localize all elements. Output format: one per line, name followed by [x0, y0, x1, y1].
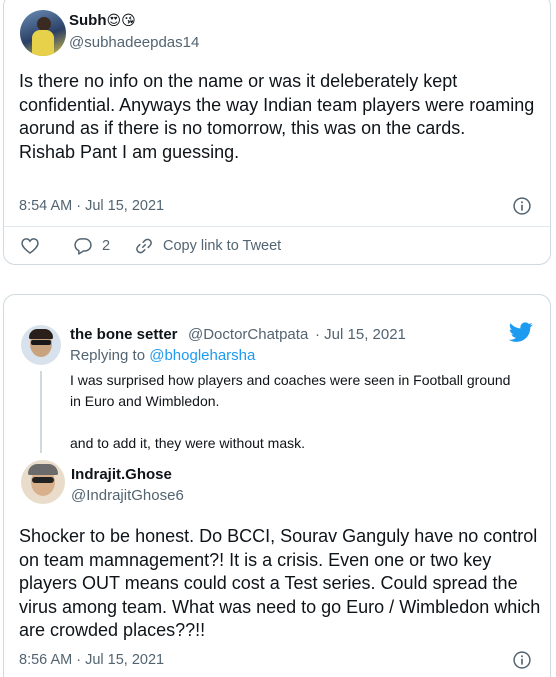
tweet-text: Is there no info on the name or was it d… [19, 71, 535, 162]
replying-prefix: Replying to [70, 347, 146, 364]
reply-icon [74, 238, 92, 255]
thread-line [40, 371, 42, 453]
avatar[interactable] [20, 10, 66, 56]
replying-to-link[interactable]: @bhogleharsha [149, 347, 255, 364]
quoted-date[interactable]: · Jul 15, 2021 [315, 326, 406, 343]
avatar[interactable] [21, 460, 65, 504]
replying-to: Replying to @bhogleharsha [70, 347, 255, 364]
like-button[interactable] [20, 236, 40, 256]
author-name-text: Subh [69, 12, 107, 29]
author-emojis: 😍😘 [106, 12, 136, 28]
info-icon[interactable] [512, 196, 532, 216]
author-name[interactable]: Subh😍😘 [69, 12, 136, 29]
quoted-author-name[interactable]: the bone setter [70, 326, 178, 343]
tweet-text: Shocker to be honest. Do BCCI, Sourav Ga… [19, 526, 541, 640]
avatar[interactable] [21, 325, 61, 365]
author-name[interactable]: Indrajit.Ghose [71, 466, 172, 483]
tweet-timestamp[interactable]: 8:54 AM · Jul 15, 2021 [19, 198, 164, 214]
author-handle[interactable]: @subhadeepdas14 [69, 34, 199, 51]
copy-link-button[interactable]: Copy link to Tweet [134, 236, 281, 256]
divider [4, 226, 550, 227]
copy-link-label: Copy link to Tweet [163, 238, 282, 254]
link-icon [136, 238, 152, 254]
quoted-author-handle[interactable]: @DoctorChatpata [188, 326, 308, 343]
heart-icon [21, 238, 39, 255]
quoted-tweet-text: I was surprised how players and coaches … [70, 372, 511, 451]
twitter-bird-icon[interactable] [509, 320, 533, 344]
info-icon[interactable] [512, 650, 532, 670]
author-handle[interactable]: @IndrajitGhose6 [71, 487, 184, 504]
tweet-timestamp[interactable]: 8:56 AM · Jul 15, 2021 [19, 652, 164, 668]
reply-button[interactable]: 2 [73, 236, 110, 256]
reply-count: 2 [102, 238, 111, 254]
